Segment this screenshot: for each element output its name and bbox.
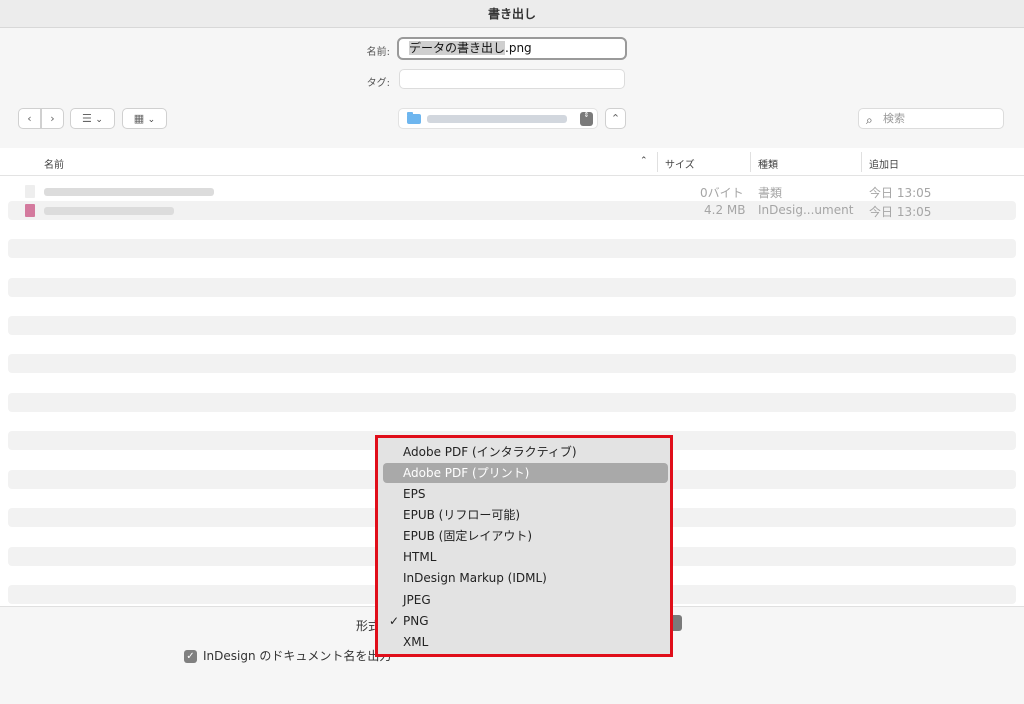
checkbox-label: InDesign のドキュメント名を出力 <box>203 649 392 663</box>
column-divider <box>861 152 862 172</box>
folder-path-popup[interactable]: ⇕ <box>398 108 598 129</box>
list-icon: ☰ <box>82 112 92 125</box>
menu-item-adobe-pdf-print[interactable]: Adobe PDF (プリント) <box>383 463 668 483</box>
menu-item-idml[interactable]: InDesign Markup (IDML) <box>383 568 668 588</box>
search-placeholder: 検索 <box>883 112 905 125</box>
checkmark-icon: ✓ <box>389 614 400 628</box>
format-dropdown-menu: Adobe PDF (インタラクティブ) Adobe PDF (プリント) EP… <box>375 435 673 657</box>
grid-icon: ▦ <box>133 112 145 125</box>
list-view-button[interactable]: ☰ ⌄ <box>70 108 115 129</box>
filename-input[interactable]: データの書き出し.png <box>397 37 627 60</box>
file-date: 今日 13:05 <box>869 205 932 219</box>
menu-item-epub-fixed-layout[interactable]: EPUB (固定レイアウト) <box>383 526 668 546</box>
empty-row <box>8 393 1016 412</box>
folder-icon <box>407 112 421 124</box>
updown-arrows-icon: ⇕ <box>580 112 593 126</box>
column-date-added[interactable]: 追加日 <box>869 156 899 171</box>
empty-row <box>8 278 1016 297</box>
save-form: 名前: データの書き出し.png タグ: ‹ › ☰ ⌄ ▦ ⌄ ⇕ ⌃ ⌕ 検… <box>0 28 1024 148</box>
chevron-down-icon: ⌄ <box>147 115 156 125</box>
folder-name-redacted <box>427 115 567 123</box>
chevron-up-icon: ⌃ <box>610 112 621 125</box>
filename-selected-text: データの書き出し <box>409 41 506 55</box>
tag-input[interactable] <box>399 69 625 89</box>
menu-item-eps[interactable]: EPS <box>383 484 668 504</box>
checkbox-checked[interactable]: ✓ <box>184 650 197 663</box>
menu-item-label: EPUB (リフロー可能) <box>403 508 521 522</box>
search-field[interactable]: ⌕ 検索 <box>858 108 1004 129</box>
menu-item-label: XML <box>403 635 429 649</box>
menu-item-jpeg[interactable]: JPEG <box>383 590 668 610</box>
file-name-redacted <box>44 207 174 215</box>
column-size[interactable]: サイズ <box>665 156 695 171</box>
column-divider <box>657 152 658 172</box>
menu-item-adobe-pdf-interactive[interactable]: Adobe PDF (インタラクティブ) <box>383 442 668 462</box>
name-label: 名前: <box>366 47 390 58</box>
icon-view-button[interactable]: ▦ ⌄ <box>122 108 167 129</box>
chevron-down-icon: ⌄ <box>95 115 103 125</box>
menu-item-epub-reflowable[interactable]: EPUB (リフロー可能) <box>383 505 668 525</box>
menu-item-xml[interactable]: XML <box>383 632 668 652</box>
sort-chevron-up-icon: ⌃ <box>640 156 648 166</box>
menu-item-label: JPEG <box>403 593 431 607</box>
empty-row <box>8 354 1016 373</box>
file-kind: 書類 <box>758 186 783 200</box>
forward-button[interactable]: › <box>41 108 64 129</box>
menu-item-html[interactable]: HTML <box>383 547 668 567</box>
menu-item-label: Adobe PDF (インタラクティブ) <box>403 445 577 459</box>
menu-item-label: InDesign Markup (IDML) <box>403 571 547 585</box>
empty-row <box>8 239 1016 258</box>
expand-button[interactable]: ⌃ <box>605 108 626 129</box>
column-kind[interactable]: 種類 <box>758 156 778 171</box>
file-kind: InDesig...ument <box>758 203 854 217</box>
menu-item-png[interactable]: ✓ PNG <box>383 611 668 631</box>
menu-item-label: PNG <box>403 614 429 628</box>
file-date: 今日 13:05 <box>869 186 932 200</box>
use-document-name-checkbox[interactable]: ✓ InDesign のドキュメント名を出力 <box>184 647 391 664</box>
filename-extension: .png <box>505 41 532 55</box>
window-title: 書き出し <box>487 7 536 21</box>
chevron-left-icon: ‹ <box>27 112 32 125</box>
file-name-redacted <box>44 188 214 196</box>
column-name[interactable]: 名前 <box>44 156 64 171</box>
menu-item-label: Adobe PDF (プリント) <box>403 466 530 480</box>
menu-item-label: EPUB (固定レイアウト) <box>403 529 533 543</box>
chevron-right-icon: › <box>50 112 55 125</box>
empty-row <box>8 316 1016 335</box>
menu-item-label: HTML <box>403 550 437 564</box>
column-header: 名前 ⌃ サイズ 種類 追加日 <box>0 148 1024 176</box>
search-icon: ⌕ <box>866 113 873 127</box>
document-icon <box>25 185 35 198</box>
tag-label: タグ: <box>366 78 390 89</box>
indesign-file-icon <box>25 204 35 217</box>
table-row[interactable]: 4.2 MB InDesig...ument 今日 13:05 <box>8 201 1016 220</box>
back-button[interactable]: ‹ <box>18 108 41 129</box>
column-divider <box>750 152 751 172</box>
window-titlebar: 書き出し <box>0 0 1024 28</box>
file-size: 4.2 MB <box>704 203 746 217</box>
table-row[interactable]: 0バイト 書類 今日 13:05 <box>8 182 1016 201</box>
file-size: 0バイト <box>700 186 744 200</box>
menu-item-label: EPS <box>403 487 426 501</box>
